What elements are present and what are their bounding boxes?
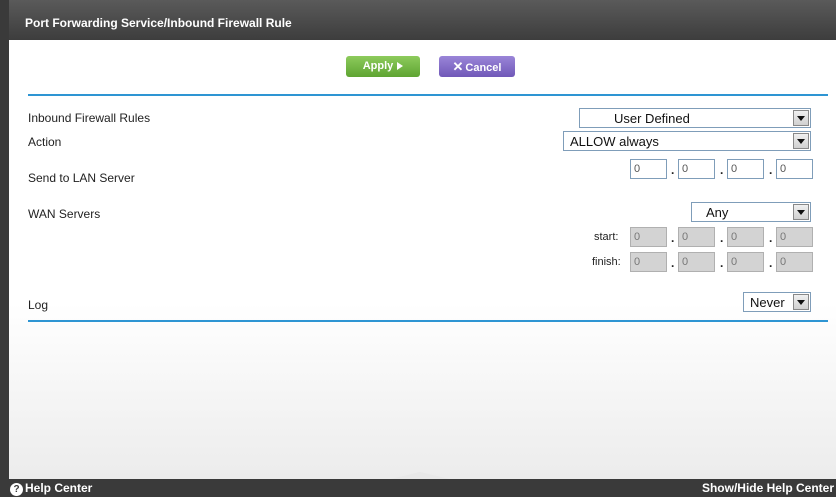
start-ip-octet-3: 0 bbox=[727, 227, 764, 247]
lan-ip-octet-1[interactable]: 0 bbox=[630, 159, 667, 179]
log-value: Never bbox=[750, 295, 785, 310]
finish-ip-octet-1: 0 bbox=[630, 252, 667, 272]
help-center-link[interactable]: ? Help Center bbox=[10, 481, 92, 496]
wan-servers-value: Any bbox=[706, 205, 729, 220]
inbound-rules-value: User Defined bbox=[614, 111, 690, 126]
finish-ip-octet-3: 0 bbox=[727, 252, 764, 272]
action-value: ALLOW always bbox=[570, 134, 659, 149]
lan-ip-octet-3[interactable]: 0 bbox=[727, 159, 764, 179]
ip-dot: . bbox=[769, 163, 773, 177]
help-footer: ? Help Center Show/Hide Help Center bbox=[0, 472, 836, 497]
ip-dot: . bbox=[720, 163, 724, 177]
action-label: Action bbox=[28, 135, 62, 149]
lan-ip-octet-4[interactable]: 0 bbox=[776, 159, 813, 179]
firewall-rule-page: Port Forwarding Service/Inbound Firewall… bbox=[0, 0, 836, 497]
apply-button[interactable]: Apply bbox=[346, 56, 420, 77]
chevron-down-icon[interactable] bbox=[793, 133, 809, 149]
ip-dot: . bbox=[769, 256, 773, 270]
ip-dot: . bbox=[720, 256, 724, 270]
finish-ip-octet-2: 0 bbox=[678, 252, 715, 272]
left-border bbox=[0, 0, 9, 497]
ip-dot: . bbox=[720, 231, 724, 245]
close-icon: ✕ bbox=[452, 59, 464, 74]
help-toggle-tab[interactable] bbox=[390, 472, 450, 479]
chevron-down-icon[interactable] bbox=[793, 110, 809, 126]
log-select[interactable]: Never bbox=[743, 292, 811, 312]
bottom-divider bbox=[28, 320, 828, 322]
action-select[interactable]: ALLOW always bbox=[563, 131, 811, 151]
inbound-rules-label: Inbound Firewall Rules bbox=[28, 111, 151, 125]
cancel-button[interactable]: ✕ Cancel bbox=[439, 56, 515, 77]
question-icon: ? bbox=[10, 483, 23, 496]
finish-label: finish: bbox=[592, 256, 621, 268]
start-ip-octet-2: 0 bbox=[678, 227, 715, 247]
cancel-label: Cancel bbox=[465, 62, 502, 74]
finish-ip-octet-4: 0 bbox=[776, 252, 813, 272]
form-panel: Apply ✕ Cancel Inbound Firewall Rules Use… bbox=[9, 40, 836, 479]
log-label: Log bbox=[28, 298, 49, 312]
start-label: start: bbox=[594, 231, 619, 243]
send-to-lan-label: Send to LAN Server bbox=[28, 171, 135, 185]
wan-servers-label: WAN Servers bbox=[28, 207, 101, 221]
apply-label: Apply bbox=[362, 60, 394, 72]
page-title: Port Forwarding Service/Inbound Firewall… bbox=[9, 0, 836, 40]
ip-dot: . bbox=[671, 231, 675, 245]
start-ip-octet-4: 0 bbox=[776, 227, 813, 247]
show-hide-help-link[interactable]: Show/Hide Help Center bbox=[702, 481, 834, 495]
top-divider bbox=[28, 94, 828, 96]
lan-ip-octet-2[interactable]: 0 bbox=[678, 159, 715, 179]
play-arrow-icon bbox=[397, 62, 404, 71]
chevron-down-icon[interactable] bbox=[793, 294, 809, 310]
inbound-rules-select[interactable]: User Defined bbox=[579, 108, 811, 128]
ip-dot: . bbox=[671, 256, 675, 270]
ip-dot: . bbox=[671, 163, 675, 177]
help-center-label: Help Center bbox=[25, 481, 93, 495]
start-ip-octet-1: 0 bbox=[630, 227, 667, 247]
ip-dot: . bbox=[769, 231, 773, 245]
wan-servers-select[interactable]: Any bbox=[691, 202, 811, 222]
chevron-down-icon[interactable] bbox=[793, 204, 809, 220]
